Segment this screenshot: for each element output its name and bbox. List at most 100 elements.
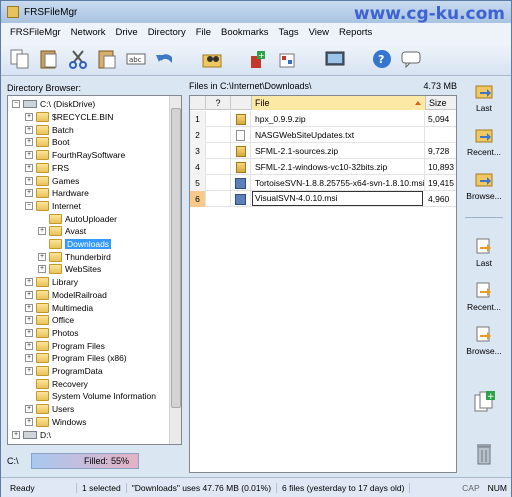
expand-icon[interactable]: + [25,163,33,172]
expand-icon[interactable]: + [12,430,20,439]
expand-icon[interactable]: + [25,138,33,147]
menu-file[interactable]: File [191,27,216,38]
screenshot-button[interactable] [322,46,348,72]
tag-button[interactable] [275,46,301,72]
tree-item[interactable]: + Library [25,276,78,289]
file-grid[interactable]: ? File Size 1 hpx_0.9.9.zip 5,094 2 NASGWebS… [189,95,457,473]
size-column-header[interactable]: Size [426,96,456,110]
file-row[interactable]: 4 SFML-2.1-windows-vc10-32bits.zip 10,893 [190,159,456,175]
paste-special-button[interactable] [94,46,120,72]
file-row[interactable]: 2 NASGWebSiteUpdates.txt [190,127,456,143]
new-file-button[interactable]: + [461,386,507,424]
expand-icon[interactable]: + [25,189,33,198]
expand-icon[interactable]: + [25,151,33,160]
expand-icon[interactable]: + [38,227,46,236]
menu-tags[interactable]: Tags [274,27,304,38]
recent-folder-button[interactable]: Recent... [461,125,507,163]
menu-view[interactable]: View [304,27,334,38]
expand-icon[interactable]: + [25,303,33,312]
tree-item[interactable]: + WebSites [38,263,101,276]
help-button[interactable]: ? [369,46,395,72]
menu-drive[interactable]: Drive [111,27,143,38]
tag-cell[interactable] [206,111,231,127]
expand-icon[interactable]: + [25,405,33,414]
menu-bookmarks[interactable]: Bookmarks [216,27,274,38]
tree-item[interactable]: + Photos [25,327,78,340]
tree-item[interactable]: + D:\ [12,428,51,441]
tag-cell[interactable] [206,143,231,159]
directory-tree[interactable]: − C:\ (DiskDrive) + $RECYCLE.BIN + Batch + Boot… [7,95,182,445]
tag-cell[interactable] [206,159,231,175]
file-row[interactable]: 1 hpx_0.9.9.zip 5,094 [190,111,456,127]
tree-scroll-thumb[interactable] [171,108,181,408]
expand-icon[interactable]: + [25,341,33,350]
tree-item[interactable]: + FourthRaySoftware [25,149,125,162]
menu-reports[interactable]: Reports [334,27,377,38]
tree-item[interactable]: + Windows [25,416,86,429]
tree-item[interactable]: + Office [25,314,74,327]
tree-item[interactable]: AutoUploader [38,212,117,225]
expand-icon[interactable]: + [25,354,33,363]
browse-file-button[interactable]: Browse... [461,324,507,362]
file-column-header[interactable]: File [252,96,426,110]
tree-item[interactable]: + Users [25,403,74,416]
tree-item[interactable]: + Program Files (x86) [25,352,127,365]
row-number-column-header[interactable] [190,96,206,110]
expand-icon[interactable]: + [25,176,33,185]
expand-icon[interactable]: + [25,367,33,376]
tree-item[interactable]: Recovery [25,377,88,390]
menu-network[interactable]: Network [66,27,111,38]
new-folder-button[interactable]: + [246,46,272,72]
tag-cell[interactable] [206,191,231,207]
tag-cell[interactable] [206,127,231,143]
tree-item[interactable]: + ProgramData [25,365,103,378]
file-row[interactable]: 5 TortoiseSVN-1.8.8.25755-x64-svn-1.8.10.… [190,175,456,191]
file-row[interactable]: 6 VisualSVN-4.0.10.msi 4,960 [190,191,456,207]
expand-icon[interactable]: + [25,125,33,134]
tree-item[interactable]: + ModelRailroad [25,289,107,302]
undo-button[interactable] [152,46,178,72]
tree-item[interactable]: + $RECYCLE.BIN [25,111,113,124]
expand-icon[interactable]: + [38,265,46,274]
collapse-icon[interactable]: − [12,100,20,109]
comment-button[interactable] [398,46,424,72]
expand-icon[interactable]: + [25,278,33,287]
tree-item[interactable]: + Batch [25,123,74,136]
icon-column-header[interactable] [231,96,252,110]
tree-item[interactable]: + Hardware [25,187,89,200]
rename-button[interactable]: abc [123,46,149,72]
rename-input[interactable]: VisualSVN-4.0.10.msi [252,191,423,206]
tree-item[interactable]: + Program Files [25,339,105,352]
menu-directory[interactable]: Directory [143,27,191,38]
open-folder-button[interactable] [199,46,225,72]
expand-icon[interactable]: + [38,252,46,261]
tree-item[interactable]: + Avast [38,225,86,238]
tree-scrollbar[interactable] [169,96,181,444]
last-folder-button[interactable]: Last [461,81,507,119]
tree-item[interactable]: − Internet [25,200,81,213]
tree-item[interactable]: + Multimedia [25,301,93,314]
recent-file-button[interactable]: Recent... [461,280,507,318]
question-column-header[interactable]: ? [206,96,231,110]
tree-item[interactable]: + FRS [25,162,69,175]
expand-icon[interactable]: + [25,316,33,325]
expand-icon[interactable]: + [25,328,33,337]
tree-item[interactable]: + Thunderbird [38,250,111,263]
delete-button[interactable] [461,441,507,479]
expand-icon[interactable]: + [25,113,33,122]
expand-icon[interactable]: + [25,290,33,299]
browse-folder-button[interactable]: Browse... [461,169,507,207]
expand-icon[interactable]: + [25,417,33,426]
file-row[interactable]: 3 SFML-2.1-sources.zip 9,728 [190,143,456,159]
tree-item[interactable]: Downloads [38,238,112,251]
tree-item[interactable]: + Boot [25,136,70,149]
tree-item[interactable]: System Volume Information [25,390,156,403]
last-file-button[interactable]: Last [461,236,507,274]
menu-frsfilemgr[interactable]: FRSFileMgr [5,27,66,38]
cut-button[interactable] [65,46,91,72]
copy-button[interactable] [7,46,33,72]
tree-item[interactable]: − C:\ (DiskDrive) [12,98,95,111]
tag-cell[interactable] [206,175,231,191]
paste-button[interactable] [36,46,62,72]
tree-item[interactable]: + Games [25,174,79,187]
